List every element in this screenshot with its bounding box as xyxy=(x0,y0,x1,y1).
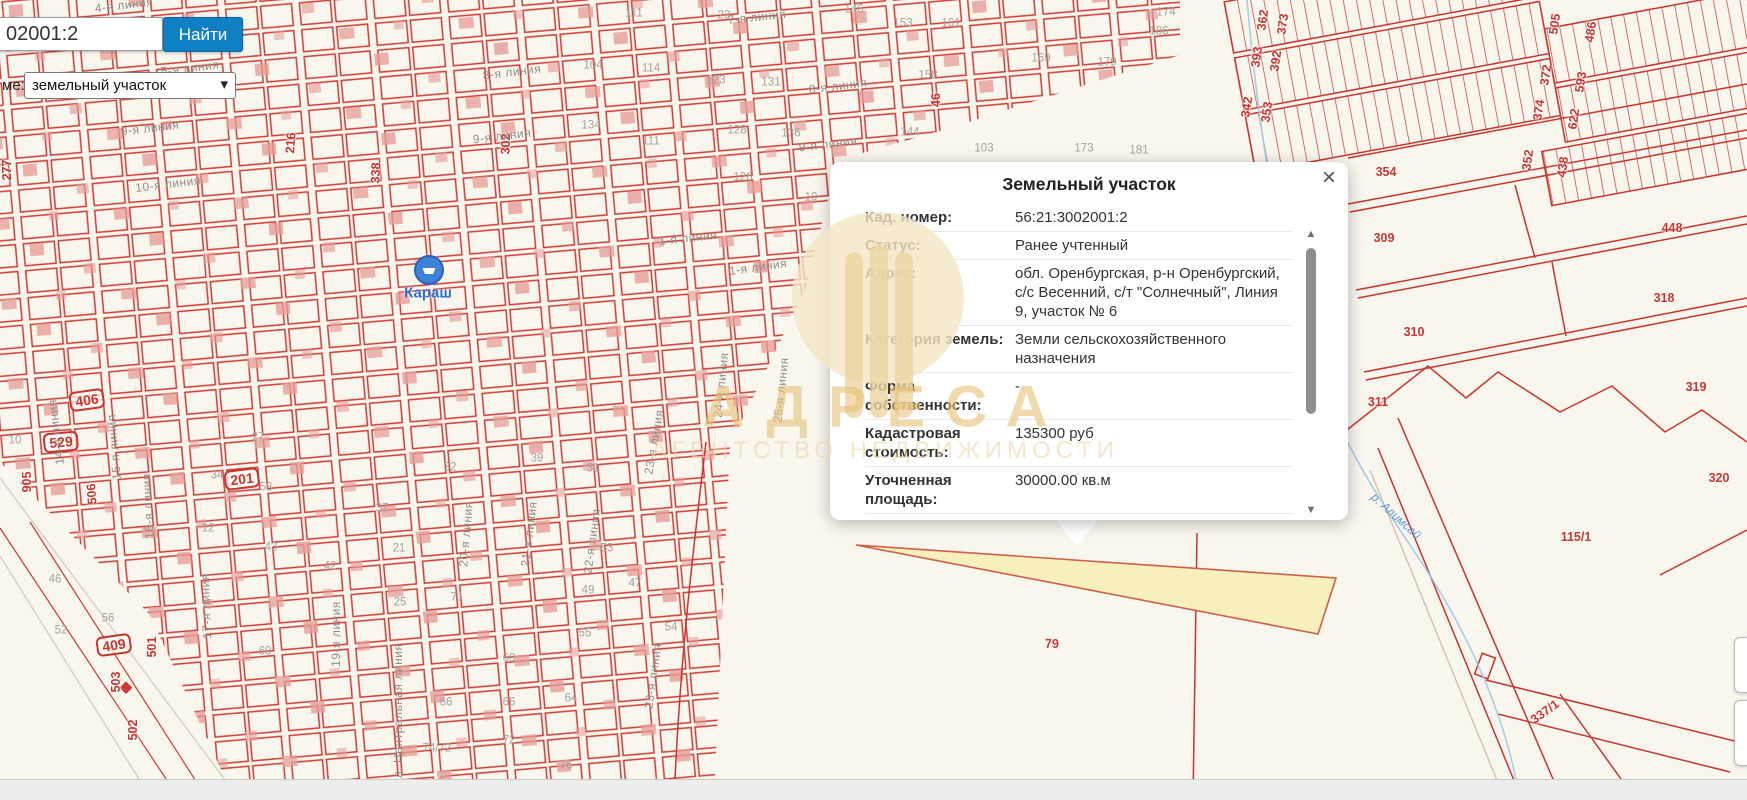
popup-row-label: Адрес: xyxy=(865,264,1015,321)
popup-row-value: 135300 руб xyxy=(1015,424,1293,462)
popup-row-label: Кад. номер: xyxy=(865,208,1015,227)
scroll-up-icon[interactable]: ▲ xyxy=(1304,228,1318,240)
popup-row-value: Ранее учтенный xyxy=(1015,236,1293,255)
popup-title: Земельный участок xyxy=(830,174,1348,195)
object-type-label: ме: xyxy=(2,77,25,94)
object-type-select[interactable]: земельный участок ▾ xyxy=(24,72,236,99)
selected-parcel-polygon[interactable] xyxy=(856,545,1336,634)
parcel-info-popup: Земельный участок × Кад. номер:56:21:300… xyxy=(830,162,1348,520)
popup-row-label: Форма собственности: xyxy=(865,377,1015,415)
object-type-value: земельный участок xyxy=(32,77,166,94)
popup-scrollbar[interactable]: ▲ ▼ xyxy=(1302,228,1320,516)
scroll-down-icon[interactable]: ▼ xyxy=(1304,504,1318,516)
popup-row-label: Статус: xyxy=(865,236,1015,255)
scrollbar-thumb[interactable] xyxy=(1306,248,1316,414)
map-control-panel[interactable] xyxy=(1734,637,1747,693)
popup-row-value: Земли сельскохозяйственного назначения xyxy=(1015,330,1293,368)
close-icon[interactable]: × xyxy=(1322,166,1336,190)
popup-row: Кад. номер:56:21:3002001:2 xyxy=(865,204,1293,231)
popup-rows: Кад. номер:56:21:3002001:2Статус:Ранее у… xyxy=(865,202,1293,518)
popup-row: Категория земель:Земли сельскохозяйствен… xyxy=(865,325,1293,372)
popup-row-label: Кадастровая стоимость: xyxy=(865,424,1015,462)
popup-row: Уточненная площадь:30000.00 кв.м xyxy=(865,466,1293,513)
find-button[interactable]: Найти xyxy=(163,17,243,52)
popup-row: Кадастровая стоимость:135300 руб xyxy=(865,419,1293,466)
popup-row-label: Уточненная площадь: xyxy=(865,471,1015,509)
basket-icon xyxy=(423,266,436,274)
cadastral-number-input[interactable] xyxy=(0,17,163,51)
popup-row: Форма собственности:- xyxy=(865,372,1293,419)
chevron-down-icon: ▾ xyxy=(220,75,228,93)
poi-marker[interactable] xyxy=(414,255,444,285)
popup-row: Разрешенное xyxy=(865,513,1293,518)
popup-row-label: Категория земель: xyxy=(865,330,1015,368)
map-control-panel[interactable] xyxy=(1734,700,1747,766)
popup-row-value: 56:21:3002001:2 xyxy=(1015,208,1293,227)
popup-row-value: 30000.00 кв.м xyxy=(1015,471,1293,509)
popup-row: Статус:Ранее учтенный xyxy=(865,231,1293,259)
popup-row-value: - xyxy=(1015,377,1293,415)
cadastral-map-app: 2772163383024690550650150350279354309310… xyxy=(0,0,1747,800)
popup-row-value: обл. Оренбургская, р-н Оренбургский, с/с… xyxy=(1015,264,1293,321)
bottom-bar xyxy=(0,779,1747,800)
popup-pointer xyxy=(1054,518,1100,546)
popup-row: Адрес:обл. Оренбургская, р-н Оренбургски… xyxy=(865,259,1293,325)
